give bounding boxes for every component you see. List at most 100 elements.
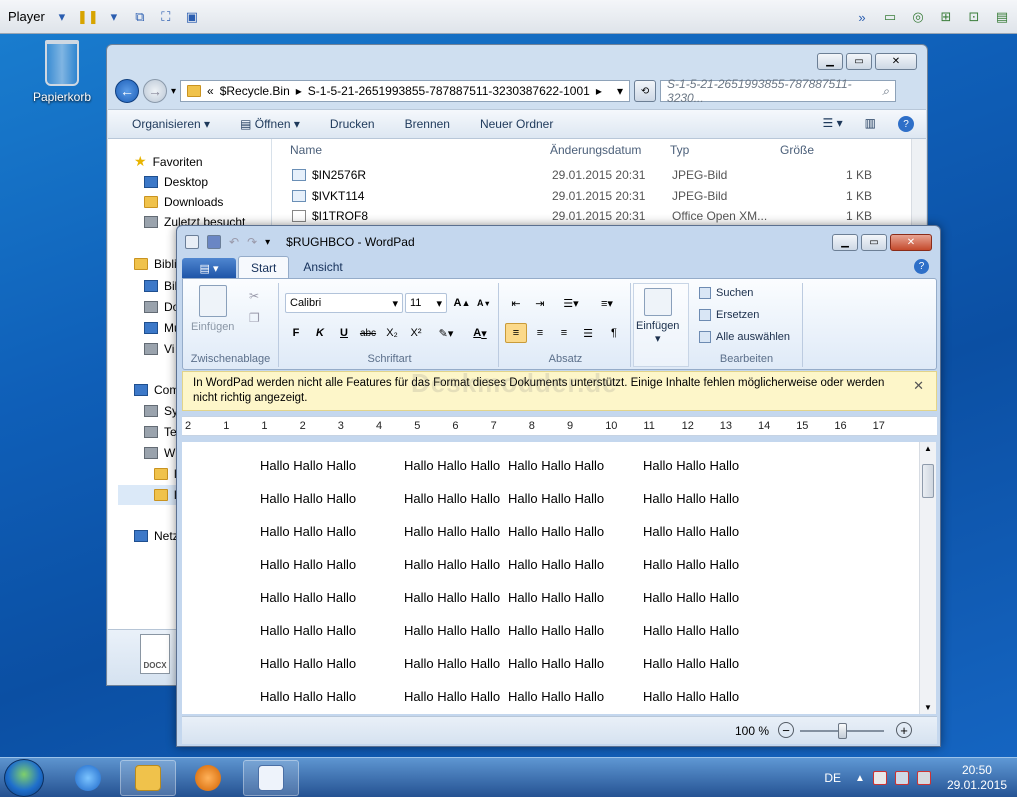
scroll-up-icon[interactable]: ▲ [924,444,932,453]
nav-lib-videos[interactable]: Vi [144,342,174,356]
zoom-out-button[interactable]: − [778,722,794,738]
replace-button[interactable]: Ersetzen [699,309,759,321]
find-button[interactable]: Suchen [699,287,753,299]
italic-button[interactable]: K [309,323,331,343]
document-area[interactable]: Hallo Hallo Hallo Hallo Hallo Hallo Hallo … [182,442,919,714]
align-center-icon[interactable]: ≡ [529,323,551,343]
paragraph-dialog-icon[interactable]: ¶ [603,323,625,343]
cd-icon[interactable]: ◎ [909,8,927,26]
print-button[interactable]: Drucken [330,117,375,131]
language-indicator[interactable]: DE [824,771,841,785]
nav-downloads[interactable]: Downloads [144,195,223,209]
close-button[interactable]: ✕ [890,234,932,251]
file-row[interactable]: $IN2576R 29.01.2015 20:31 JPEG-Bild 1 KB [272,165,912,185]
start-button[interactable] [4,759,44,797]
close-button[interactable]: ✕ [875,53,917,70]
undo-icon[interactable]: ↶ [229,235,239,249]
address-overflow[interactable]: « [207,84,214,98]
minimize-button[interactable]: ▁ [832,234,858,251]
nav-drive-te[interactable]: Te [144,425,177,439]
network-icon[interactable]: ⧉ [131,8,149,26]
file-row[interactable]: $IVKT114 29.01.2015 20:31 JPEG-Bild 1 KB [272,186,912,206]
burn-button[interactable]: Brennen [405,117,450,131]
font-color-button[interactable]: A ▾ [465,323,495,343]
chevron-down-icon[interactable]: ▾ [53,8,71,26]
scroll-down-icon[interactable]: ▼ [924,703,932,712]
nav-drive-w[interactable]: W [144,446,175,460]
shrink-font-button[interactable]: A ▼ [473,293,495,313]
network-adapter-icon[interactable]: ⊞ [937,8,955,26]
view-options-icon[interactable]: ☰ ▾ [823,116,843,132]
bold-button[interactable]: F [285,323,307,343]
drive-icon[interactable]: ▭ [881,8,899,26]
desktop-recycle-bin[interactable]: Papierkorb [30,40,94,104]
fullscreen-icon[interactable]: ⛶ [157,8,175,26]
chevron-down-icon[interactable]: ▾ [617,84,623,98]
taskbar-media-player[interactable] [180,760,236,796]
justify-icon[interactable]: ☰ [577,323,599,343]
preview-pane-icon[interactable]: ▥ [865,116,876,132]
redo-icon[interactable]: ↷ [247,235,257,249]
taskbar-explorer[interactable] [120,760,176,796]
nav-lib-pictures[interactable]: Bil [144,279,177,293]
nav-drive-system[interactable]: Sy [144,404,178,418]
search-icon[interactable]: ⌕ [882,84,889,99]
nav-favorites[interactable]: ★ Favoriten [134,153,203,170]
save-icon[interactable] [207,235,221,249]
nav-computer[interactable]: Com [134,383,179,397]
subscript-button[interactable]: X₂ [381,323,403,343]
zoom-in-button[interactable]: + [896,722,912,738]
minimize-button[interactable]: ▁ [817,53,843,70]
forward-button[interactable]: → [143,79,167,103]
action-center-icon[interactable] [872,771,887,785]
back-button[interactable]: ← [115,79,139,103]
column-type[interactable]: Typ [670,143,689,157]
column-name[interactable]: Name [290,143,322,157]
ruler[interactable]: 2 1 1 2 3 4 5 6 7 8 9 10 11 12 13 14 15 16 17 [182,416,937,436]
column-date[interactable]: Änderungsdatum [550,143,641,157]
select-all-button[interactable]: Alle auswählen [699,331,790,343]
nav-network[interactable]: Netz [134,529,179,543]
search-input[interactable]: S-1-5-21-2651993855-787887511-3230... ⌕ [660,77,897,105]
refresh-button[interactable]: ⟲ [634,80,657,102]
application-menu-button[interactable]: ▤ ▾ [182,258,236,278]
double-chevron-icon[interactable]: » [853,8,871,26]
tab-view[interactable]: Ansicht [291,256,354,278]
chevron-down-icon[interactable]: ▾ [105,8,123,26]
increase-indent-icon[interactable]: ⇥ [529,293,551,313]
strikethrough-button[interactable]: abc [357,323,379,343]
address-segment-recycle-bin[interactable]: $Recycle.Bin [220,84,290,98]
pause-icon[interactable]: ❚❚ [77,8,99,26]
message-icon[interactable]: ▤ [993,8,1011,26]
organize-button[interactable]: Organisieren ▾ [132,117,210,131]
copy-icon[interactable]: ❐ [249,311,260,325]
new-folder-button[interactable]: Neuer Ordner [480,117,553,131]
unity-icon[interactable]: ▣ [183,8,201,26]
nav-lib-documents[interactable]: Do [144,300,179,314]
underline-button[interactable]: U [333,323,355,343]
help-icon[interactable]: ? [914,259,929,274]
taskbar-wordpad[interactable] [243,760,299,796]
document-scrollbar[interactable]: ▲ ▼ [919,442,936,714]
volume-icon[interactable] [916,771,931,785]
open-button[interactable]: ▤ Öffnen ▾ [240,117,300,131]
chevron-right-icon[interactable]: ▸ [596,84,602,98]
superscript-button[interactable]: X² [405,323,427,343]
insert-button[interactable]: Einfügen ▾ [636,288,679,345]
wordpad-app-icon[interactable] [185,235,199,249]
nav-libraries[interactable]: Bibli [134,257,177,271]
chevron-down-icon[interactable]: ▾ [265,237,270,248]
font-name-select[interactable]: Calibri ▾ [285,293,403,313]
font-size-select[interactable]: 11 ▾ [405,293,447,313]
bullet-list-icon[interactable]: ☰▾ [555,293,587,313]
clock[interactable]: 20:50 29.01.2015 [947,763,1007,793]
column-size[interactable]: Größe [780,143,814,157]
address-segment-sid[interactable]: S-1-5-21-2651993855-787887511-3230387622… [308,84,590,98]
decrease-indent-icon[interactable]: ⇤ [505,293,527,313]
help-icon[interactable]: ? [898,116,914,132]
explorer-scrollbar[interactable] [911,139,926,229]
scrollbar-thumb[interactable] [922,464,934,498]
highlight-color-button[interactable]: ✎ ▾ [431,323,461,343]
nav-folder-1[interactable]: l [154,467,177,481]
line-spacing-icon[interactable]: ≡▾ [591,293,623,313]
